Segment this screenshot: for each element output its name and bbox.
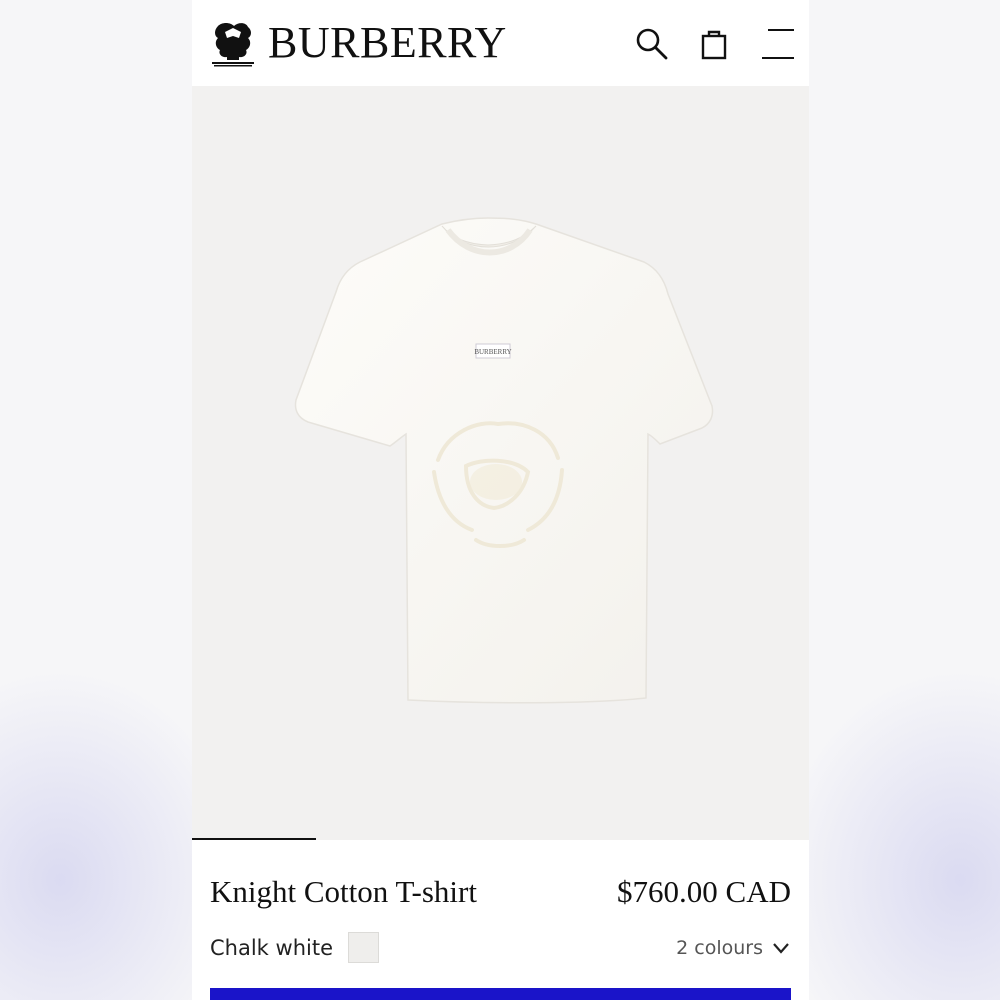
colour-swatch[interactable]	[348, 932, 379, 963]
colour-count-label: 2 colours	[676, 937, 763, 959]
chevron-down-icon	[773, 943, 789, 954]
brand-wordmark[interactable]: BURBERRY	[268, 18, 507, 68]
menu-icon[interactable]	[758, 24, 798, 64]
colour-selector-toggle[interactable]: 2 colours	[676, 933, 791, 963]
site-header: BURBERRY	[192, 0, 809, 86]
burberry-crest-logo-icon[interactable]	[208, 18, 258, 68]
shopping-bag-icon[interactable]	[694, 24, 734, 64]
gallery-progress-indicator	[192, 838, 316, 840]
product-image-gallery[interactable]: BURBERRY	[192, 86, 809, 840]
search-icon[interactable]	[632, 24, 672, 64]
product-title: Knight Cotton T-shirt	[210, 874, 477, 909]
neck-label: BURBERRY	[474, 348, 511, 356]
mobile-page: BURBERRY BURBERRY Knight Cotton T-shirt …	[192, 0, 809, 1000]
product-price: $760.00 CAD	[617, 874, 791, 909]
selected-colour-label: Chalk white	[210, 936, 333, 960]
product-image: BURBERRY	[294, 217, 714, 704]
add-to-bag-button[interactable]	[210, 988, 791, 1000]
